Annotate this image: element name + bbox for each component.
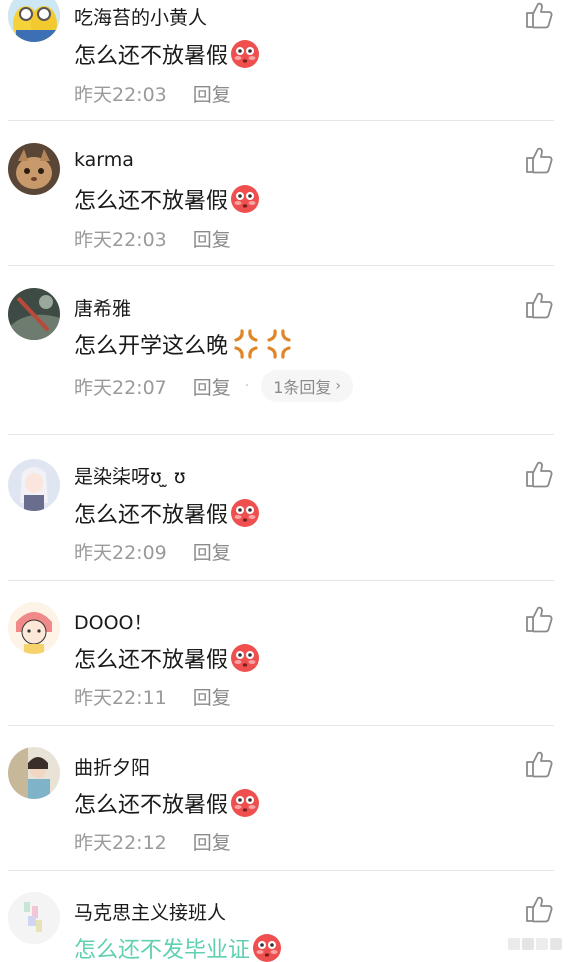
comment-text: 怎么还不放暑假 <box>74 38 260 70</box>
comment-text-content: 怎么还不放暑假 <box>74 503 229 528</box>
separator-dot: · <box>244 378 250 394</box>
flushed-face-icon <box>231 499 260 527</box>
reply-button[interactable]: 回复 <box>193 828 231 855</box>
comment-meta: 昨天22:03 回复 <box>74 225 231 252</box>
comment-text: 怎么还不放暑假 <box>74 497 260 529</box>
thumbs-up-icon[interactable] <box>524 894 554 924</box>
thumbs-up-icon[interactable] <box>524 604 554 634</box>
flushed-face-icon <box>231 789 260 817</box>
avatar[interactable] <box>8 288 60 340</box>
thumbs-up-icon[interactable] <box>524 290 554 320</box>
comment-text: 怎么还不放暑假 <box>74 183 260 215</box>
timestamp: 昨天22:12 <box>74 832 167 854</box>
flushed-face-icon <box>231 185 260 213</box>
avatar[interactable] <box>8 747 60 799</box>
avatar[interactable] <box>8 0 60 42</box>
thumbs-up-icon[interactable] <box>524 459 554 489</box>
username[interactable]: 吃海苔的小黄人 <box>74 3 207 30</box>
reply-button[interactable]: 回复 <box>193 373 231 400</box>
comment-item: 马克思主义接班人 怎么还不发毕业证 <box>0 870 570 962</box>
comment-text: 怎么开学这么晚 <box>74 328 294 360</box>
comment-text-content: 怎么还不发毕业证 <box>74 938 251 962</box>
comment-text-content: 怎么开学这么晚 <box>74 334 229 359</box>
avatar[interactable] <box>8 459 60 511</box>
comment-list: 吃海苔的小黄人 怎么还不放暑假 昨天22:03 回复 karma 怎么还不放暑假… <box>0 0 570 962</box>
watermark-logo-icon <box>508 938 562 950</box>
reply-button[interactable]: 回复 <box>193 225 231 252</box>
replies-count: 1条回复 <box>273 378 332 397</box>
comment-item: 曲折夕阳 怎么还不放暑假 昨天22:12 回复 <box>0 725 570 871</box>
comment-meta: 昨天22:12 回复 <box>74 828 231 855</box>
username[interactable]: 马克思主义接班人 <box>74 898 226 925</box>
flushed-face-icon <box>253 934 282 962</box>
reply-button[interactable]: 回复 <box>193 80 231 107</box>
username[interactable]: DOOO！ <box>74 608 153 635</box>
comment-text-content: 怎么还不放暑假 <box>74 44 229 69</box>
anger-symbol-icon <box>234 329 258 359</box>
view-replies-button[interactable]: 1条回复 › <box>261 370 354 402</box>
comment-item: DOOO！ 怎么还不放暑假 昨天22:11 回复 <box>0 580 570 726</box>
comment-text: 怎么还不放暑假 <box>74 787 260 819</box>
comment-meta: 昨天22:07 回复 · 1条回复 › <box>74 370 354 402</box>
comment-text-content: 怎么还不放暑假 <box>74 793 229 818</box>
comment-item: 吃海苔的小黄人 怎么还不放暑假 昨天22:03 回复 <box>0 0 570 121</box>
comment-item: karma 怎么还不放暑假 昨天22:03 回复 <box>0 121 570 266</box>
flushed-face-icon <box>231 40 260 68</box>
reply-button[interactable]: 回复 <box>193 538 231 565</box>
comment-meta: 昨天22:03 回复 <box>74 80 231 107</box>
comment-text: 怎么还不发毕业证 <box>74 932 282 962</box>
flushed-face-icon <box>231 644 260 672</box>
timestamp: 昨天22:07 <box>74 376 167 399</box>
comment-meta: 昨天22:09 回复 <box>74 538 231 565</box>
avatar[interactable] <box>8 892 60 944</box>
comment-text-content: 怎么还不放暑假 <box>74 189 229 214</box>
username[interactable]: karma <box>74 149 134 171</box>
comment-text-content: 怎么还不放暑假 <box>74 648 229 673</box>
anger-symbol-icon <box>267 329 291 359</box>
reply-button[interactable]: 回复 <box>193 683 231 710</box>
thumbs-up-icon[interactable] <box>524 749 554 779</box>
timestamp: 昨天22:11 <box>74 687 167 709</box>
thumbs-up-icon[interactable] <box>524 145 554 175</box>
username[interactable]: 曲折夕阳 <box>74 753 150 780</box>
timestamp: 昨天22:03 <box>74 229 167 251</box>
comment-meta: 昨天22:11 回复 <box>74 683 231 710</box>
timestamp: 昨天22:09 <box>74 542 167 564</box>
chevron-right-icon: › <box>335 378 342 394</box>
avatar[interactable] <box>8 143 60 195</box>
comment-text: 怎么还不放暑假 <box>74 642 260 674</box>
avatar[interactable] <box>8 602 60 654</box>
timestamp: 昨天22:03 <box>74 84 167 106</box>
username[interactable]: 唐希雅 <box>74 294 131 321</box>
username[interactable]: 是染柒呀ʊ ̫ ʊ <box>74 462 186 489</box>
comment-item: 唐希雅 怎么开学这么晚 昨天22:07 回复 · 1条回复 › <box>0 266 570 435</box>
thumbs-up-icon[interactable] <box>524 0 554 30</box>
comment-item: 是染柒呀ʊ ̫ ʊ 怎么还不放暑假 昨天22:09 回复 <box>0 435 570 581</box>
